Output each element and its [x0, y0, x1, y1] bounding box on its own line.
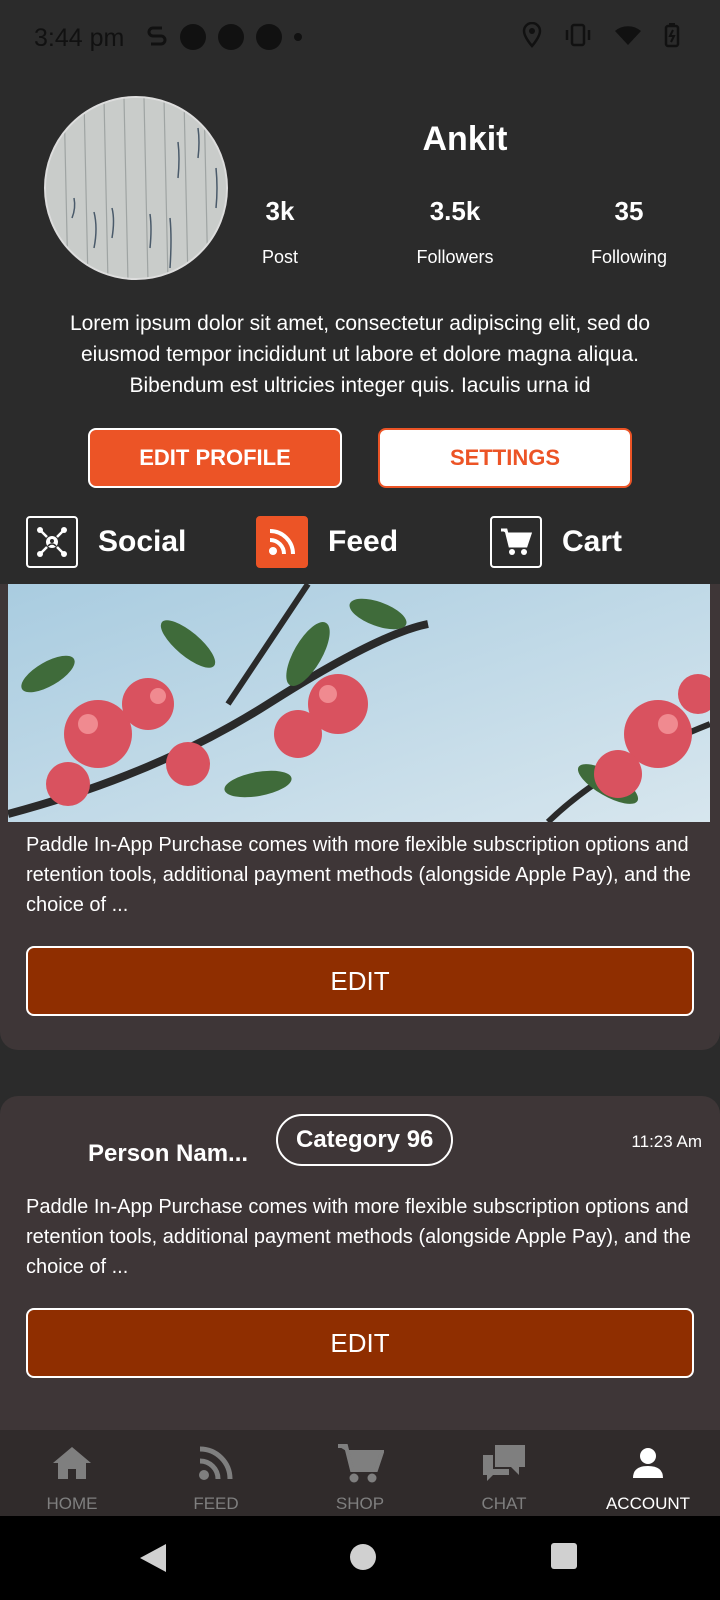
avatar-image: [46, 98, 226, 278]
tab-cart[interactable]: Cart: [490, 516, 622, 568]
stat-label: Post: [261, 247, 299, 267]
nav-label: HOME: [46, 1494, 98, 1513]
back-icon[interactable]: [138, 1542, 168, 1574]
post-card: Paddle In-App Purchase comes with more f…: [0, 584, 720, 1050]
stat-value: 3.5k: [429, 196, 481, 226]
edit-post-button[interactable]: EDIT: [26, 946, 694, 1016]
sync-icon: [147, 26, 167, 46]
category-chip[interactable]: Category 96: [276, 1114, 454, 1166]
person-name[interactable]: Person Nam...: [88, 1140, 248, 1168]
profile-name: Ankit: [422, 120, 508, 158]
social-icon: [26, 516, 78, 568]
cart-icon: [334, 1440, 386, 1486]
rss-icon: [256, 516, 308, 568]
nav-chat[interactable]: CHAT: [432, 1430, 576, 1516]
notification-icon: [256, 24, 282, 50]
nav-home[interactable]: HOME: [0, 1430, 144, 1516]
nav-label: ACCOUNT: [605, 1494, 691, 1513]
nav-label: SHOP: [335, 1494, 385, 1513]
nav-account[interactable]: ACCOUNT: [576, 1430, 720, 1516]
post-card: Person Nam... Category 96 11:23 Am Paddl…: [0, 1096, 720, 1430]
rss-icon: [190, 1440, 242, 1486]
post-text: Paddle In-App Purchase comes with more f…: [26, 1196, 691, 1278]
stat-following[interactable]: 35 Following: [559, 196, 699, 268]
settings-button[interactable]: SETTINGS: [378, 428, 632, 488]
tab-label: Cart: [562, 525, 623, 558]
avatar[interactable]: [44, 96, 228, 280]
person-icon: [622, 1440, 674, 1486]
tab-label: Feed: [328, 525, 399, 558]
stat-followers[interactable]: 3.5k Followers: [385, 196, 525, 268]
status-bar: 3:44 pm: [0, 0, 720, 76]
system-status-icons: [522, 22, 680, 48]
notification-icons: [146, 24, 302, 50]
edit-post-button[interactable]: EDIT: [26, 1308, 694, 1378]
post-image[interactable]: [8, 584, 710, 822]
wifi-icon: [615, 26, 641, 45]
vibrate-icon: [565, 23, 591, 47]
post-time: 11:23 Am: [631, 1132, 702, 1151]
battery-icon: [664, 23, 680, 48]
profile-bio: Lorem ipsum dolor sit amet, consectetur …: [69, 312, 651, 397]
nav-label: CHAT: [481, 1494, 527, 1513]
system-navigation-bar: [0, 1516, 720, 1600]
stat-value: 3k: [265, 196, 295, 226]
more-notifications-dot: [294, 33, 302, 41]
notification-icon: [218, 24, 244, 50]
stat-posts[interactable]: 3k Post: [210, 196, 350, 268]
nav-shop[interactable]: SHOP: [288, 1430, 432, 1516]
location-icon: [522, 22, 542, 48]
status-time: 3:44 pm: [34, 24, 125, 52]
tab-social[interactable]: Social: [26, 516, 186, 568]
cart-icon: [490, 516, 542, 568]
recents-icon[interactable]: [550, 1542, 578, 1570]
home-icon: [46, 1440, 98, 1486]
bottom-navigation: HOME FEED SHOP CHAT ACCOUNT: [0, 1430, 720, 1516]
nav-label: FEED: [193, 1494, 239, 1513]
nav-feed[interactable]: FEED: [144, 1430, 288, 1516]
home-circle-icon[interactable]: [348, 1542, 378, 1572]
flower-image: [8, 584, 710, 822]
stat-value: 35: [614, 196, 644, 226]
stat-label: Following: [590, 247, 668, 267]
edit-profile-button[interactable]: EDIT PROFILE: [88, 428, 342, 488]
feed-list[interactable]: Paddle In-App Purchase comes with more f…: [0, 584, 720, 1430]
tab-feed[interactable]: Feed: [256, 516, 398, 568]
tab-label: Social: [98, 525, 187, 558]
notification-icon: [180, 24, 206, 50]
stat-label: Followers: [416, 247, 494, 267]
chat-icon: [478, 1440, 530, 1486]
post-text: Paddle In-App Purchase comes with more f…: [26, 834, 691, 916]
